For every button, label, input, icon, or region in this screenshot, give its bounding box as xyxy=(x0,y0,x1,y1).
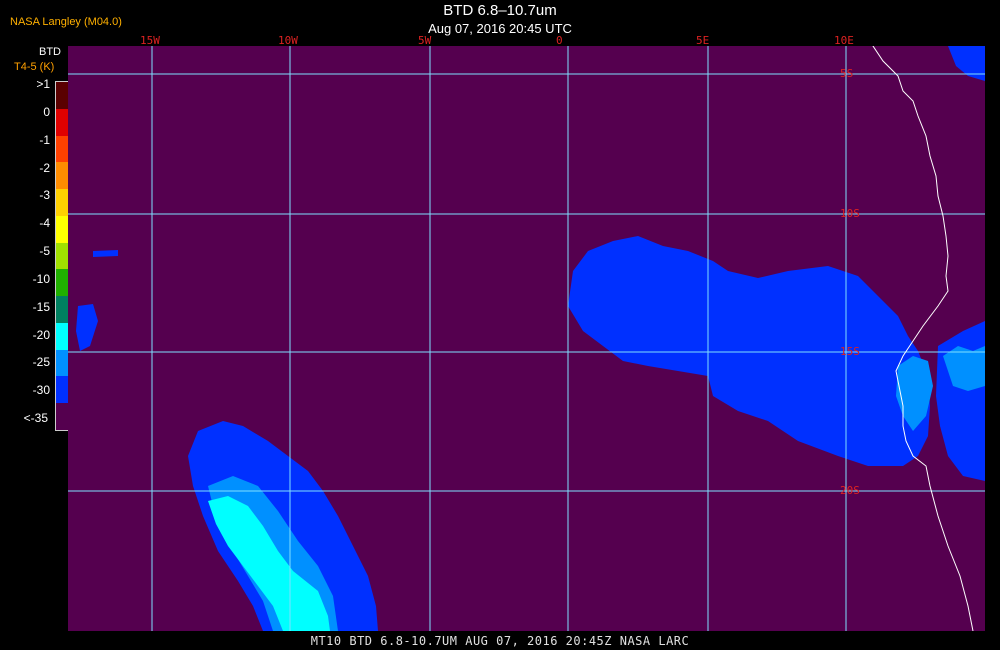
cloud-anomaly-west-streak xyxy=(93,250,118,257)
latitude-label: 15S xyxy=(840,345,860,358)
legend-tick-label: -10 xyxy=(32,271,50,286)
legend-tick-label: -20 xyxy=(32,327,50,342)
longitude-label: 5W xyxy=(418,34,432,47)
footer-caption: MT10 BTD 6.8-10.7UM AUG 07, 2016 20:45Z … xyxy=(310,634,690,648)
longitude-label: 10E xyxy=(834,34,854,47)
longitude-label: 15W xyxy=(140,34,160,47)
longitude-label: 5E xyxy=(696,34,710,47)
legend-tick-label: -30 xyxy=(32,383,50,398)
legend-tick-label: -4 xyxy=(39,216,50,231)
map-canvas xyxy=(68,46,985,631)
legend-tick-label: >1 xyxy=(36,77,50,91)
legend-tick-label: -5 xyxy=(39,244,50,259)
legend-tick-label: -1 xyxy=(39,132,50,147)
latitude-label: 5S xyxy=(840,67,854,80)
legend-tick-label: -25 xyxy=(32,355,50,370)
legend-title: BTD xyxy=(39,46,61,58)
satellite-map xyxy=(68,46,985,631)
image-title: BTD 6.8–10.7um xyxy=(443,2,557,19)
latitude-label: 20S xyxy=(840,484,860,497)
longitude-label: 0 xyxy=(556,34,563,47)
longitude-label: 10W xyxy=(278,34,298,47)
legend-tick-label: -3 xyxy=(39,188,50,203)
latitude-label: 10S xyxy=(840,207,860,220)
legend-tick-label: -2 xyxy=(39,160,50,175)
legend-tick-label: 0 xyxy=(43,104,50,119)
legend-unit: T4-5 (K) xyxy=(14,61,55,73)
legend-tick-label: -15 xyxy=(32,299,50,314)
legend-tick-label: <-35 xyxy=(23,411,48,426)
